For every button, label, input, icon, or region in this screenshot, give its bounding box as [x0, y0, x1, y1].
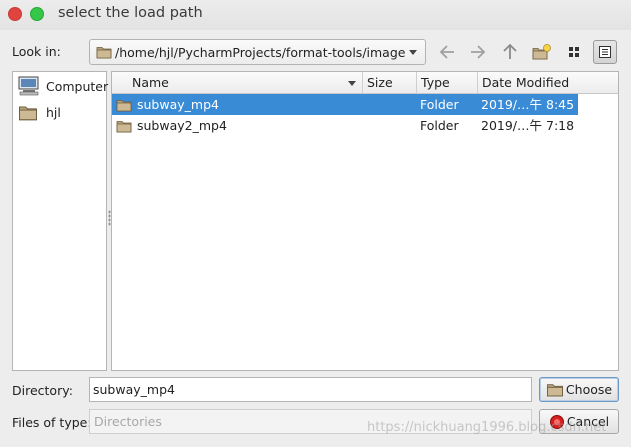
folder-icon — [116, 98, 132, 112]
file-type: Folder — [420, 97, 459, 112]
forward-arrow-icon[interactable] — [467, 41, 489, 63]
back-arrow-icon[interactable] — [436, 41, 458, 63]
list-icon — [599, 46, 611, 58]
path-text: /home/hjl/PycharmProjects/format-tools/i… — [115, 45, 406, 60]
close-button[interactable] — [8, 7, 22, 21]
column-header-date[interactable]: Date Modified — [478, 72, 578, 94]
sort-indicator-icon — [348, 81, 356, 86]
detail-view-button[interactable] — [593, 40, 617, 64]
directory-label: Directory: — [12, 383, 73, 398]
column-header-type[interactable]: Type — [417, 72, 478, 94]
column-header-size[interactable]: Size — [363, 72, 417, 94]
file-name: subway_mp4 — [137, 97, 219, 112]
places-sidebar: Computer hjl — [12, 71, 108, 371]
folder-icon — [546, 382, 564, 397]
window-title: select the load path — [58, 5, 203, 21]
folder-icon — [116, 119, 132, 133]
path-combo[interactable]: /home/hjl/PycharmProjects/format-tools/i… — [89, 39, 426, 65]
grid-icon — [569, 47, 579, 57]
list-item[interactable]: subway_mp4 Folder 2019/…午 8:45 — [112, 94, 578, 115]
sidebar-item-label: Computer — [46, 78, 109, 94]
file-type: Folder — [420, 118, 459, 133]
title-bar: select the load path — [0, 0, 631, 30]
look-in-label: Look in: — [12, 44, 61, 59]
file-list: Name Size Type Date Modified subway_mp4 … — [111, 71, 619, 371]
file-date: 2019/…午 8:45 — [481, 97, 575, 112]
computer-icon — [18, 76, 39, 96]
watermark-text: https://nickhuang1996.blog.csdn.net — [367, 420, 607, 435]
folder-icon — [96, 45, 112, 59]
column-header-row: Name Size Type Date Modified — [112, 72, 618, 94]
sidebar-item-computer[interactable]: Computer — [18, 76, 108, 96]
list-item[interactable]: subway2_mp4 Folder 2019/…午 7:18 — [112, 115, 578, 136]
maximize-button[interactable] — [30, 7, 44, 21]
choose-button-label: Choose — [565, 382, 613, 397]
chevron-down-icon — [409, 50, 417, 55]
file-name: subway2_mp4 — [137, 118, 227, 133]
folder-icon — [18, 104, 38, 121]
file-date: 2019/…午 7:18 — [481, 118, 575, 133]
sidebar-item-hjl[interactable]: hjl — [18, 102, 61, 122]
choose-button[interactable]: Choose — [539, 377, 619, 402]
column-header-name[interactable]: Name — [112, 72, 363, 94]
sidebar-item-label: hjl — [46, 104, 61, 120]
directory-input[interactable]: subway_mp4 — [89, 377, 532, 402]
icon-view-button[interactable] — [562, 40, 586, 64]
files-of-type-label: Files of type: — [12, 415, 92, 430]
parent-directory-icon[interactable] — [499, 41, 521, 63]
new-folder-icon[interactable] — [531, 41, 553, 63]
